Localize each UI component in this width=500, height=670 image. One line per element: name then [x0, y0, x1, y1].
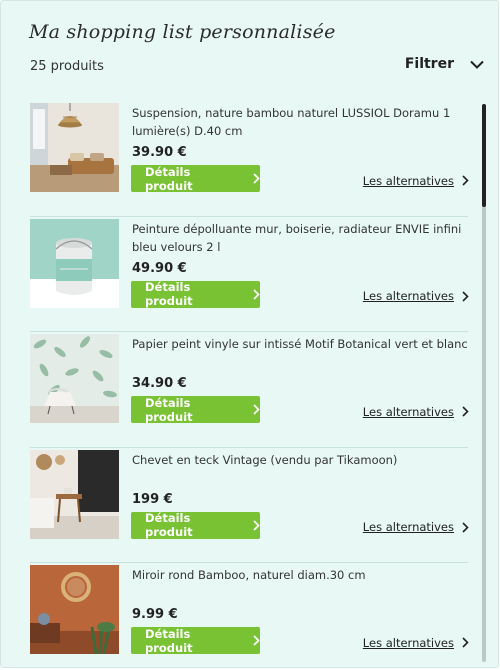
alternatives-label: Les alternatives	[362, 289, 454, 303]
details-button[interactable]: Détails produit	[131, 164, 260, 193]
list-item: Suspension, nature bambou naturel LUSSIO…	[30, 101, 469, 217]
chevron-right-icon	[253, 173, 260, 184]
chevron-right-icon	[253, 404, 260, 415]
chevron-right-icon	[462, 287, 469, 306]
filter-label: Filtrer	[404, 56, 454, 72]
details-button[interactable]: Détails produit	[131, 626, 260, 655]
alternatives-link[interactable]: Les alternatives	[363, 633, 469, 652]
chevron-right-icon	[462, 402, 469, 421]
product-name[interactable]: Suspension, nature bambou naturel LUSSIO…	[132, 104, 472, 140]
filter-button[interactable]: Filtrer	[405, 56, 484, 72]
alternatives-link[interactable]: Les alternatives	[363, 402, 469, 421]
product-name[interactable]: Chevet en teck Vintage (vendu par Tikamo…	[132, 451, 472, 469]
product-name[interactable]: Papier peint vinyle sur intissé Motif Bo…	[132, 335, 472, 353]
alternatives-link[interactable]: Les alternatives	[363, 171, 469, 190]
details-button-label: Détails produit	[145, 626, 193, 655]
alternatives-label: Les alternatives	[362, 404, 454, 419]
product-image[interactable]	[30, 103, 119, 192]
details-button-label: Détails produit	[145, 395, 193, 424]
details-button[interactable]: Détails produit	[131, 280, 260, 308]
product-count: 25 produits	[30, 59, 104, 74]
chevron-right-icon	[462, 633, 469, 652]
list-item: Papier peint vinyle sur intissé Motif Bo…	[30, 332, 469, 448]
list-item: Peinture dépolluante mur, boiserie, radi…	[30, 217, 469, 332]
alternatives-label: Les alternatives	[362, 173, 454, 188]
product-name[interactable]: Miroir rond Bamboo, naturel diam.30 cm	[132, 566, 472, 584]
page-title: Ma shopping list personnalisée	[29, 21, 336, 43]
chevron-right-icon	[462, 171, 469, 190]
chevron-right-icon	[462, 518, 469, 537]
product-list: Suspension, nature bambou naturel LUSSIO…	[30, 101, 469, 667]
details-button-label: Détails produit	[145, 511, 193, 539]
scrollbar[interactable]	[482, 104, 486, 662]
product-image[interactable]	[30, 334, 119, 423]
product-name[interactable]: Peinture dépolluante mur, boiserie, radi…	[132, 220, 472, 256]
product-price: 34.90 €	[132, 376, 187, 391]
chevron-down-icon	[470, 60, 484, 69]
details-button[interactable]: Détails produit	[131, 395, 260, 424]
chevron-right-icon	[253, 519, 260, 531]
alternatives-link[interactable]: Les alternatives	[363, 287, 469, 306]
list-item: Miroir rond Bamboo, naturel diam.30 cm 9…	[30, 563, 469, 667]
scrollbar-thumb[interactable]	[482, 104, 486, 207]
product-image[interactable]	[30, 565, 119, 654]
list-item: Chevet en teck Vintage (vendu par Tikamo…	[30, 448, 469, 563]
details-button[interactable]: Détails produit	[131, 511, 260, 539]
details-button-label: Détails produit	[145, 280, 193, 308]
product-price: 9.99 €	[132, 607, 178, 622]
product-image[interactable]	[30, 218, 119, 308]
chevron-right-icon	[253, 635, 260, 646]
chevron-right-icon	[253, 288, 260, 300]
shopping-list-panel: Ma shopping list personnalisée 25 produi…	[0, 0, 499, 668]
alternatives-label: Les alternatives	[362, 520, 454, 534]
product-price: 49.90 €	[132, 260, 187, 276]
alternatives-label: Les alternatives	[362, 635, 454, 650]
details-button-label: Détails produit	[145, 164, 193, 193]
product-price: 39.90 €	[132, 145, 187, 160]
product-price: 199 €	[132, 491, 173, 507]
product-image[interactable]	[30, 449, 119, 539]
alternatives-link[interactable]: Les alternatives	[363, 518, 469, 537]
